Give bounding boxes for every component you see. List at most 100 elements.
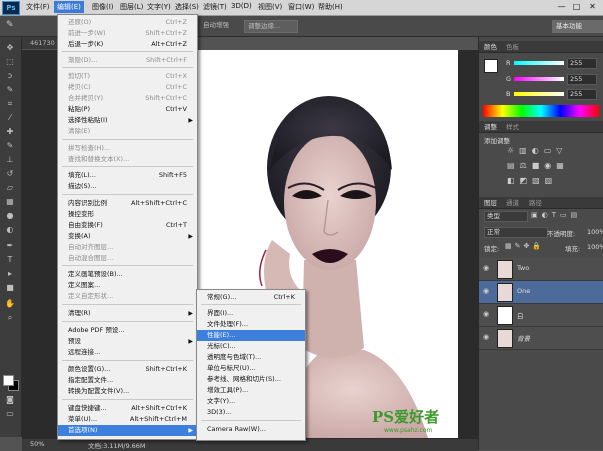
edit-menu-item[interactable]: 键盘快捷键... Alt+Shift+Ctrl+K [58, 403, 197, 414]
workspace-switcher[interactable]: 基本功能 [552, 20, 603, 33]
preferences-menu-item[interactable]: 界面(I)... [197, 308, 305, 319]
eye-icon[interactable]: ◉ [483, 264, 493, 274]
tab-channels[interactable]: 通道 [506, 198, 519, 208]
edit-menu-item[interactable]: 定义图案... [58, 280, 197, 291]
type-tool-icon[interactable]: T [3, 255, 17, 265]
preferences-menu-item[interactable]: 文字(Y)... [197, 396, 305, 407]
menu-file[interactable]: 文件(F) [26, 2, 50, 12]
stamp-tool-icon[interactable]: ⊥ [3, 155, 17, 165]
edit-menu-item[interactable]: 内容识别比例 Alt+Shift+Ctrl+C [58, 198, 197, 209]
layer-row[interactable]: ◉ 白 [479, 304, 603, 327]
menu-window[interactable]: 窗口(W) [288, 2, 314, 12]
eraser-tool-icon[interactable]: ▱ [3, 183, 17, 193]
edit-menu-item[interactable]: 合并拷贝(Y) Shift+Ctrl+C [58, 93, 197, 104]
eyedropper-tool-icon[interactable]: ⁄ [3, 113, 17, 123]
pen-tool-icon[interactable]: ✒ [3, 241, 17, 251]
close-button[interactable]: ✕ [586, 1, 599, 13]
edit-menu-item[interactable]: 拼写检查(H)... [58, 143, 197, 154]
menu-type[interactable]: 文字(Y) [147, 2, 171, 12]
healing-tool-icon[interactable]: ✚ [3, 127, 17, 137]
edit-menu-item[interactable]: 变换(A) ▶ [58, 231, 197, 242]
preferences-menu-item[interactable]: 单位与标尺(U)... [197, 363, 305, 374]
edit-menu-item[interactable]: 查找和替换文本(X)... [58, 154, 197, 165]
edit-menu-item[interactable]: 定义自定形状... [58, 291, 197, 302]
marquee-tool-icon[interactable]: ⬚ [3, 57, 17, 67]
screen-mode-icon[interactable]: ▭ [3, 409, 17, 419]
eye-icon[interactable]: ◉ [483, 287, 493, 297]
maximize-button[interactable]: □ [570, 1, 583, 13]
edit-menu-item[interactable]: 剪切(T) Ctrl+X [58, 71, 197, 82]
tab-layers[interactable]: 图层 [484, 198, 497, 208]
shape-tool-icon[interactable]: ■ [3, 283, 17, 293]
opacity-value[interactable]: 100% [587, 228, 603, 236]
blend-mode-select[interactable]: 正常 [484, 227, 548, 238]
color-spectrum[interactable] [483, 105, 599, 117]
edit-menu-item[interactable]: 菜单(U)... Alt+Shift+Ctrl+M [58, 414, 197, 425]
edit-menu-item[interactable]: 还原(O) Ctrl+Z [58, 17, 197, 28]
zoom-level[interactable]: 50% [30, 440, 44, 448]
edit-menu-item[interactable]: 自动对齐图层... [58, 242, 197, 253]
r-value-input[interactable]: 255 [567, 58, 597, 69]
edit-menu-item[interactable]: 操控变形 [58, 209, 197, 220]
menu-select[interactable]: 选择(S) [175, 2, 199, 12]
eye-icon[interactable]: ◉ [483, 333, 493, 343]
dodge-tool-icon[interactable]: ◐ [3, 225, 17, 235]
tab-adjustments[interactable]: 调整 [484, 122, 497, 132]
menu-view[interactable]: 视图(V) [258, 2, 282, 12]
edit-menu-item[interactable]: 预设 ▶ [58, 336, 197, 347]
edit-menu-item[interactable]: 自由变换(F) Ctrl+T [58, 220, 197, 231]
path-select-tool-icon[interactable]: ▸ [3, 269, 17, 279]
lasso-tool-icon[interactable]: ↄ [3, 71, 17, 81]
b-slider[interactable] [514, 92, 564, 96]
fill-value[interactable]: 100% [587, 243, 603, 251]
preferences-menu-item[interactable]: 透明度与色域(T)... [197, 352, 305, 363]
minimize-button[interactable]: — [555, 1, 568, 13]
filter-icons[interactable]: ▣◐T▭▤ [531, 211, 601, 220]
preferences-menu-item[interactable]: Camera Raw(W)... [197, 424, 305, 435]
menu-3d[interactable]: 3D(D) [231, 2, 252, 10]
menu-edit[interactable]: 编辑(E) [54, 1, 84, 13]
preferences-menu-item[interactable]: 增效工具(P)... [197, 385, 305, 396]
edit-menu-item[interactable]: 拷贝(C) Ctrl+C [58, 82, 197, 93]
crop-tool-icon[interactable]: ⌗ [3, 99, 17, 109]
eye-icon[interactable]: ◉ [483, 310, 493, 320]
edit-menu-item[interactable]: 前进一步(W) Shift+Ctrl+Z [58, 28, 197, 39]
lock-icons[interactable]: ▦✎✥🔒 [505, 242, 549, 251]
menu-layer[interactable]: 图层(L) [120, 2, 143, 12]
edit-menu-item[interactable]: 渐隐(D)... Shift+Ctrl+F [58, 55, 197, 66]
move-tool-icon[interactable]: ✥ [3, 43, 17, 53]
tab-swatches[interactable]: 色板 [506, 42, 519, 52]
layer-filter-kind[interactable]: 类型 [484, 211, 528, 222]
layer-row[interactable]: ◉ Two [479, 258, 603, 281]
g-slider[interactable] [514, 77, 564, 81]
blur-tool-icon[interactable]: ● [3, 211, 17, 221]
edit-menu-item[interactable]: 颜色设置(G)... Shift+Ctrl+K [58, 364, 197, 375]
edit-menu-item[interactable]: 定义画笔预设(B)... [58, 269, 197, 280]
preferences-menu-item[interactable]: 光标(C)... [197, 341, 305, 352]
auto-enhance-checkbox[interactable]: 自动增强 [200, 20, 232, 31]
edit-menu-item[interactable]: 首选项(N) ▶ [58, 425, 197, 436]
menu-help[interactable]: 帮助(H) [318, 2, 343, 12]
adjustment-icons-row1[interactable]: ☼▥◐▭▽ [507, 146, 597, 156]
preferences-menu-item[interactable]: 参考线、网格和切片(S)... [197, 374, 305, 385]
edit-menu-item[interactable]: Adobe PDF 预设... [58, 325, 197, 336]
b-value-input[interactable]: 255 [567, 89, 597, 100]
quick-mask-icon[interactable]: ◙ [3, 395, 17, 405]
adjustment-icons-row2[interactable]: ▤⚖■◉▦ [507, 161, 597, 171]
edit-menu-item[interactable]: 粘贴(P) Ctrl+V [58, 104, 197, 115]
edit-menu-item[interactable]: 后退一步(K) Alt+Ctrl+Z [58, 39, 197, 50]
zoom-tool-icon[interactable]: ⌕ [3, 313, 17, 323]
tab-styles[interactable]: 样式 [506, 122, 519, 132]
layer-row[interactable]: ◉ 背景 [479, 327, 603, 350]
menu-image[interactable]: 图像(I) [92, 2, 114, 12]
gradient-tool-icon[interactable]: ▦ [3, 197, 17, 207]
preferences-menu-item[interactable]: 文件处理(F)... [197, 319, 305, 330]
edit-menu-item[interactable]: 描边(S)... [58, 181, 197, 192]
preferences-menu-item[interactable]: 常规(G)... Ctrl+K [197, 292, 305, 303]
edit-menu-item[interactable]: 远程连接... [58, 347, 197, 358]
foreground-color-swatch[interactable] [3, 375, 14, 386]
tab-paths[interactable]: 路径 [529, 198, 542, 208]
edit-menu-item[interactable]: 转换为配置文件(V)... [58, 386, 197, 397]
preferences-menu-item[interactable]: 性能(E)... [197, 330, 305, 341]
brush-tool-icon[interactable]: ✎ [6, 20, 18, 31]
